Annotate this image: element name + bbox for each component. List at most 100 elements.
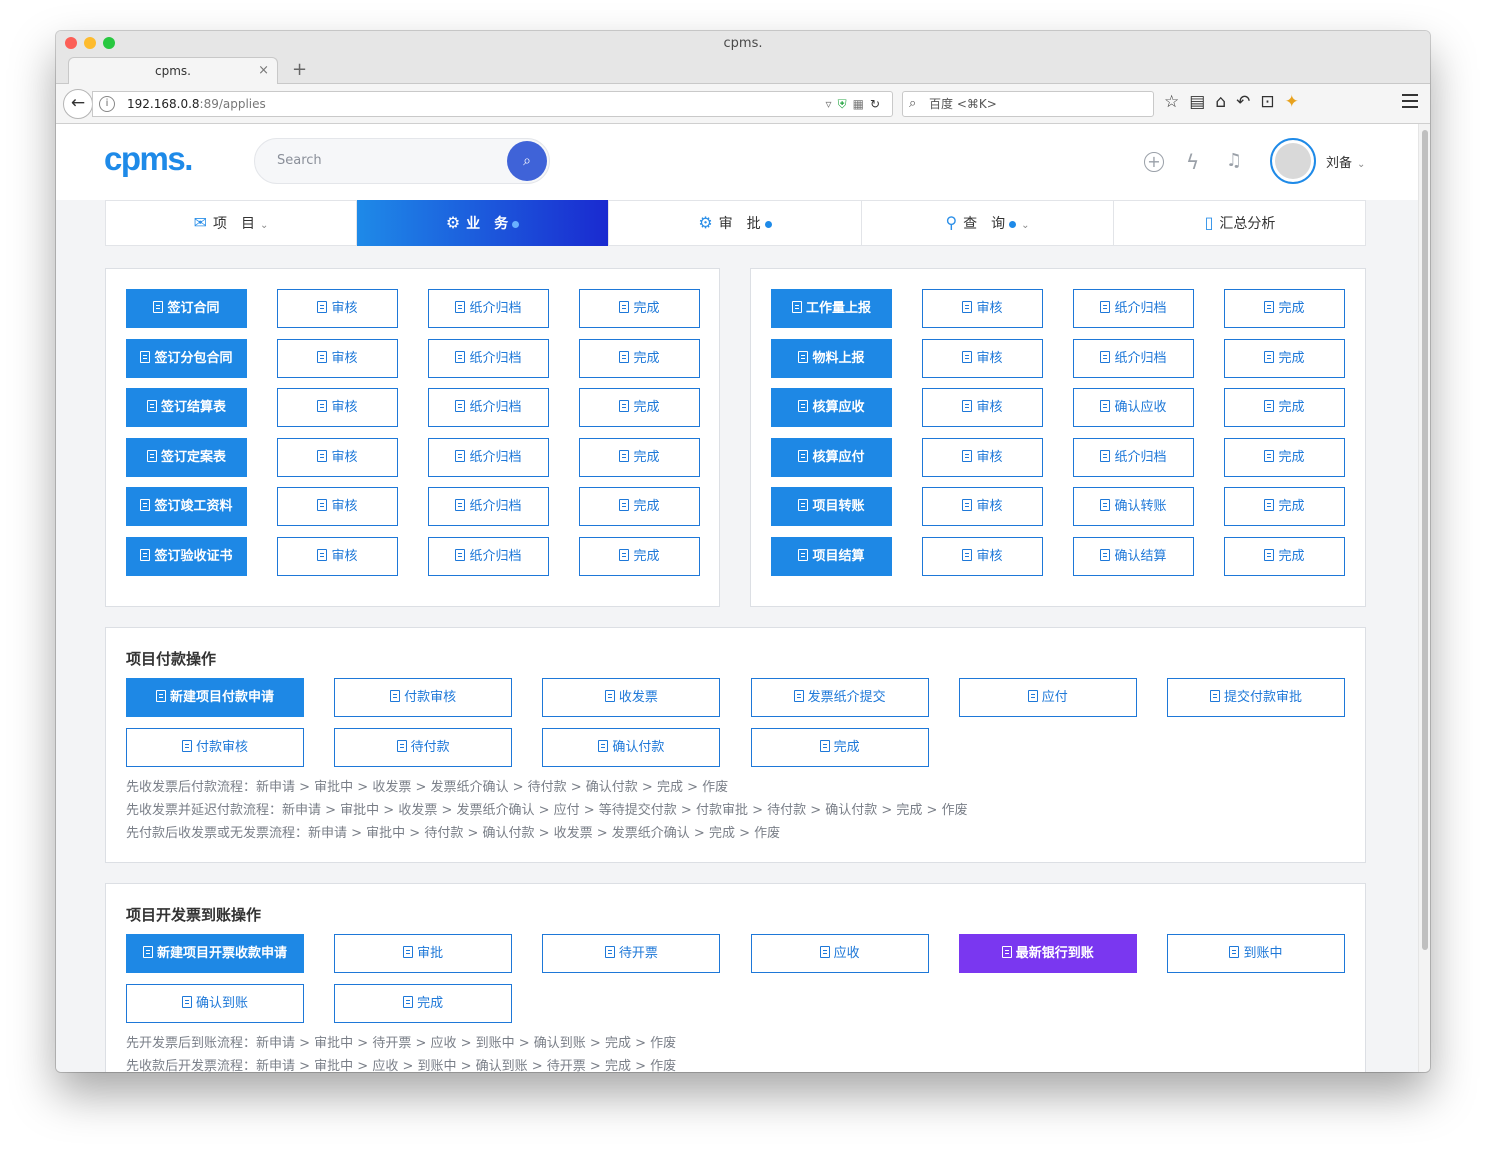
shield-icon[interactable]: ⛨	[838, 97, 853, 111]
step-button[interactable]: 审核	[277, 388, 398, 428]
undo-icon[interactable]: ↶	[1236, 92, 1250, 112]
primary-action-button[interactable]: 签订定案表	[126, 437, 247, 477]
step-button[interactable]: 审核	[922, 537, 1043, 576]
reload-icon[interactable]: ↻	[870, 97, 886, 111]
primary-action-button[interactable]: 签订合同	[126, 289, 247, 328]
new-tab-button[interactable]: +	[292, 59, 307, 80]
reader-icon[interactable]: ▤	[1189, 92, 1205, 112]
step-button[interactable]: 确认转账	[1073, 487, 1194, 527]
info-icon[interactable]: i	[99, 96, 115, 112]
step-button[interactable]: 完成	[1224, 289, 1345, 328]
home-icon[interactable]: ⌂	[1215, 92, 1226, 112]
bell-icon[interactable]: ♫	[1226, 150, 1242, 171]
step-button[interactable]: 纸介归档	[1073, 338, 1194, 378]
address-bar[interactable]: i 192.168.0.8:89/applies ▿⛨▦↻	[92, 91, 893, 117]
step-button[interactable]: 纸介归档	[428, 437, 549, 477]
extension-icon[interactable]: ✦	[1285, 92, 1299, 112]
payment-step-button[interactable]: 付款审核	[126, 728, 304, 767]
step-button[interactable]: 纸介归档	[1073, 289, 1194, 328]
step-button[interactable]: 完成	[579, 537, 700, 576]
close-window-button[interactable]	[65, 37, 77, 49]
lightning-icon[interactable]: ϟ	[1186, 150, 1199, 174]
step-button[interactable]: 完成	[1224, 338, 1345, 378]
payment-step-button[interactable]: 发票纸介提交	[750, 678, 929, 717]
back-arrow-icon[interactable]: ←	[63, 89, 93, 119]
primary-action-button[interactable]: 工作量上报	[771, 289, 892, 328]
invoice-step-button[interactable]: 审批	[334, 934, 513, 973]
step-button[interactable]: 审核	[922, 437, 1043, 477]
zoom-window-button[interactable]	[103, 37, 115, 49]
primary-action-button[interactable]: 项目转账	[771, 487, 892, 527]
payment-step-button[interactable]: 付款审核	[334, 678, 513, 717]
tab-business[interactable]: ⚙ 业 务	[357, 200, 609, 246]
step-button[interactable]: 纸介归档	[428, 388, 549, 428]
step-button[interactable]: 完成	[579, 487, 700, 527]
step-button[interactable]: 审核	[277, 437, 398, 477]
step-button[interactable]: 完成	[579, 289, 700, 328]
primary-action-button[interactable]: 签订验收证书	[126, 537, 247, 576]
payment-step-button[interactable]: 收发票	[542, 678, 721, 717]
primary-action-button[interactable]: 核算应付	[771, 437, 892, 477]
browser-tab[interactable]: cpms. ×	[68, 57, 278, 85]
browser-search-field[interactable]: ⌕ 百度 <⌘K>	[902, 91, 1154, 117]
primary-action-button[interactable]: 签订竣工资料	[126, 487, 247, 527]
step-button[interactable]: 纸介归档	[1073, 437, 1194, 477]
primary-action-button[interactable]: 签订结算表	[126, 388, 247, 428]
invoice-step-button[interactable]: 待开票	[542, 934, 721, 973]
search-button[interactable]: ⌕	[507, 141, 547, 181]
user-menu[interactable]: 刘备 ⌄	[1326, 152, 1365, 171]
tab-query[interactable]: ⚲ 查 询 ⌄	[862, 201, 1114, 245]
app-search-input[interactable]: Search ⌕	[254, 138, 550, 184]
latest-bank-receipt-button[interactable]: 最新银行到账	[958, 934, 1137, 973]
step-button[interactable]: 纸介归档	[428, 487, 549, 527]
new-invoice-request-button[interactable]: 新建项目开票收款申请	[126, 934, 304, 973]
invoice-step-button[interactable]: 完成	[334, 984, 513, 1023]
step-button[interactable]: 确认应收	[1073, 388, 1194, 428]
payment-step-button[interactable]: 确认付款	[542, 728, 721, 767]
app-logo[interactable]: cpms.	[104, 140, 193, 178]
step-button[interactable]: 纸介归档	[428, 338, 549, 378]
tab-close-icon[interactable]: ×	[258, 58, 269, 84]
payment-step-button[interactable]: 完成	[750, 728, 929, 767]
avatar[interactable]	[1270, 138, 1316, 184]
step-button[interactable]: 审核	[922, 388, 1043, 428]
url-action-icons[interactable]: ▿⛨▦↻	[826, 92, 886, 116]
add-circle-icon[interactable]: +	[1144, 152, 1164, 172]
step-button[interactable]: 纸介归档	[428, 289, 549, 328]
tab-summary[interactable]: ▯ 汇总分析	[1114, 201, 1366, 245]
step-button[interactable]: 完成	[1224, 487, 1345, 527]
crop-icon[interactable]: ⊡	[1260, 92, 1274, 112]
step-button[interactable]: 审核	[277, 487, 398, 527]
payment-step-button[interactable]: 应付	[958, 678, 1137, 717]
payment-step-button[interactable]: 提交付款审批	[1167, 678, 1345, 717]
step-button[interactable]: 完成	[1224, 388, 1345, 428]
step-button[interactable]: 完成	[579, 338, 700, 378]
bookmark-star-icon[interactable]: ☆	[1164, 92, 1179, 112]
dropdown-icon[interactable]: ▿	[826, 97, 838, 111]
qr-code-icon[interactable]: ▦	[853, 97, 870, 111]
invoice-step-button[interactable]: 到账中	[1167, 934, 1345, 973]
scrollbar-thumb[interactable]	[1422, 130, 1428, 950]
step-button[interactable]: 审核	[922, 487, 1043, 527]
minimize-window-button[interactable]	[84, 37, 96, 49]
primary-action-button[interactable]: 项目结算	[771, 537, 892, 576]
primary-action-button[interactable]: 物料上报	[771, 338, 892, 378]
tab-approval[interactable]: ⚙ 审 批	[609, 201, 862, 245]
new-payment-request-button[interactable]: 新建项目付款申请	[126, 678, 304, 717]
step-button[interactable]: 审核	[277, 338, 398, 378]
invoice-step-button[interactable]: 应收	[750, 934, 929, 973]
payment-step-button[interactable]: 待付款	[334, 728, 513, 767]
hamburger-menu-icon[interactable]	[1402, 94, 1418, 112]
tab-project[interactable]: ✉ 项 目 ⌄	[106, 201, 357, 245]
primary-action-button[interactable]: 签订分包合同	[126, 338, 247, 378]
invoice-step-button[interactable]: 确认到账	[126, 984, 304, 1023]
step-button[interactable]: 审核	[922, 289, 1043, 328]
step-button[interactable]: 确认结算	[1073, 537, 1194, 576]
step-button[interactable]: 审核	[922, 338, 1043, 378]
step-button[interactable]: 纸介归档	[428, 537, 549, 576]
page-scrollbar[interactable]	[1418, 124, 1430, 1072]
step-button[interactable]: 审核	[277, 289, 398, 328]
step-button[interactable]: 审核	[277, 537, 398, 576]
step-button[interactable]: 完成	[579, 388, 700, 428]
primary-action-button[interactable]: 核算应收	[771, 388, 892, 428]
